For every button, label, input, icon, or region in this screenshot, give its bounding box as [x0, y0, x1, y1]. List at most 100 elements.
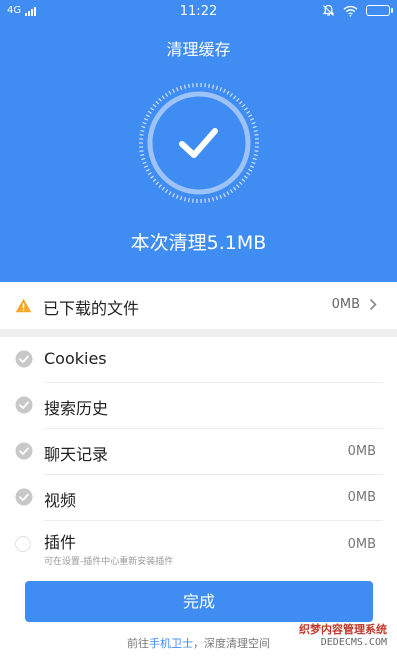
clean-item-hint: 可在设置-插件中心重新安装插件 [44, 557, 174, 567]
clean-item-row[interactable]: Cookies [0, 337, 397, 383]
ring-tick [179, 85, 183, 90]
ring-tick [219, 87, 223, 92]
battery-icon [366, 5, 393, 16]
checked-circle-icon[interactable] [15, 350, 33, 368]
ring-tick [164, 92, 169, 97]
ring-tick [211, 197, 215, 202]
ring-tick [253, 154, 258, 157]
ring-tick [233, 95, 237, 100]
ring-tick [183, 84, 187, 89]
clean-item-row[interactable]: 视频 0MB [0, 475, 397, 521]
ring-tick [150, 107, 155, 111]
ring-tick [172, 193, 175, 198]
ring-tick [238, 100, 243, 105]
ring-tick [243, 107, 248, 111]
ring-tick [143, 118, 149, 121]
ring-tick [152, 103, 157, 108]
ring-tick [251, 121, 256, 125]
ring-tick [172, 88, 175, 93]
ring-tick [236, 184, 240, 188]
ring-tick [152, 178, 157, 183]
ring-tick [251, 161, 256, 165]
ring-tick [141, 125, 146, 129]
ring-tick [238, 181, 243, 186]
ring-tick [229, 92, 234, 97]
ring-tick [187, 198, 190, 203]
ring-tick [142, 121, 147, 125]
ring-tick [155, 100, 160, 105]
ring-tick [145, 114, 150, 118]
watermark-en: DEDECMS.COM [320, 637, 387, 648]
ring-tick [236, 98, 240, 102]
ring-tick [211, 84, 215, 89]
ring-tick [158, 184, 162, 188]
ring-tick [140, 129, 145, 132]
ring-tick [252, 157, 257, 161]
ring-tick [226, 90, 230, 95]
ring-tick [249, 118, 255, 121]
watermark-cn: 织梦内容管理系统 [299, 623, 387, 636]
ring-tick [223, 193, 226, 198]
unchecked-circle-icon[interactable] [15, 536, 31, 552]
inner-ring [147, 91, 251, 195]
clean-item-size: 0MB [347, 444, 376, 459]
ring-tick [219, 194, 223, 199]
ring-tick [139, 150, 144, 152]
ring-tick [158, 98, 162, 102]
ring-tick [141, 157, 146, 161]
ring-tick [246, 172, 251, 176]
ring-tick [183, 197, 187, 202]
mute-icon [322, 4, 335, 16]
ring-tick [253, 129, 258, 132]
chevron-right-icon [369, 298, 377, 311]
ring-tick [147, 172, 152, 176]
clean-item-label: 插件 [44, 533, 77, 552]
clean-item-label: Cookies [44, 349, 107, 368]
clean-item-row[interactable]: 聊天记录 0MB [0, 429, 397, 475]
checked-circle-icon[interactable] [15, 442, 33, 460]
ring-tick [143, 165, 149, 168]
cleaned-indicator [137, 81, 261, 205]
checked-circle-icon[interactable] [15, 488, 33, 506]
ring-tick [252, 125, 257, 129]
ring-tick [248, 168, 253, 172]
clean-item-row[interactable]: 插件 0MB 可在设置-插件中心重新安装插件 [0, 521, 397, 573]
section-divider [0, 329, 397, 337]
clean-result: 本次清理5.1MB [130, 232, 267, 254]
phone-guard-link[interactable]: 手机卫士 [149, 637, 193, 650]
downloaded-files-row[interactable]: 已下载的文件 0MB [0, 282, 397, 329]
ring-tick [243, 175, 248, 179]
ring-tick [223, 88, 226, 93]
ring-tick [215, 196, 219, 201]
ring-tick [147, 110, 152, 114]
ring-tick [249, 165, 255, 168]
ring-tick [226, 191, 230, 196]
ring-tick [139, 134, 144, 136]
ring-tick [140, 154, 145, 157]
ring-tick [208, 83, 211, 88]
ring-tick [168, 191, 172, 196]
status-icons [322, 4, 393, 17]
footer-prefix: 前往 [127, 637, 149, 650]
ring-tick [175, 87, 179, 92]
clean-item-row[interactable]: 搜索历史 [0, 383, 397, 429]
ring-tick [164, 189, 169, 194]
downloaded-files-label: 已下载的文件 [43, 299, 140, 318]
done-button[interactable]: 完成 [25, 581, 373, 622]
ring-tick [233, 186, 237, 191]
ring-tick [241, 178, 246, 183]
ring-tick [179, 196, 183, 201]
checked-circle-icon[interactable] [15, 396, 33, 414]
watermark: 织梦内容管理系统 DEDECMS.COM [299, 621, 387, 648]
warning-icon [15, 298, 32, 313]
ring-tick [208, 198, 211, 203]
clean-item-label: 视频 [44, 491, 77, 510]
ring-tick [187, 83, 190, 88]
progress-ring-ticks [139, 83, 259, 203]
ring-tick [161, 95, 165, 100]
ring-tick [168, 90, 172, 95]
clean-item-size: 0MB [347, 490, 376, 505]
ring-tick [229, 189, 234, 194]
status-bar: 4G 11:22 [0, 0, 397, 24]
footer-suffix: ，深度清理空间 [193, 637, 270, 650]
